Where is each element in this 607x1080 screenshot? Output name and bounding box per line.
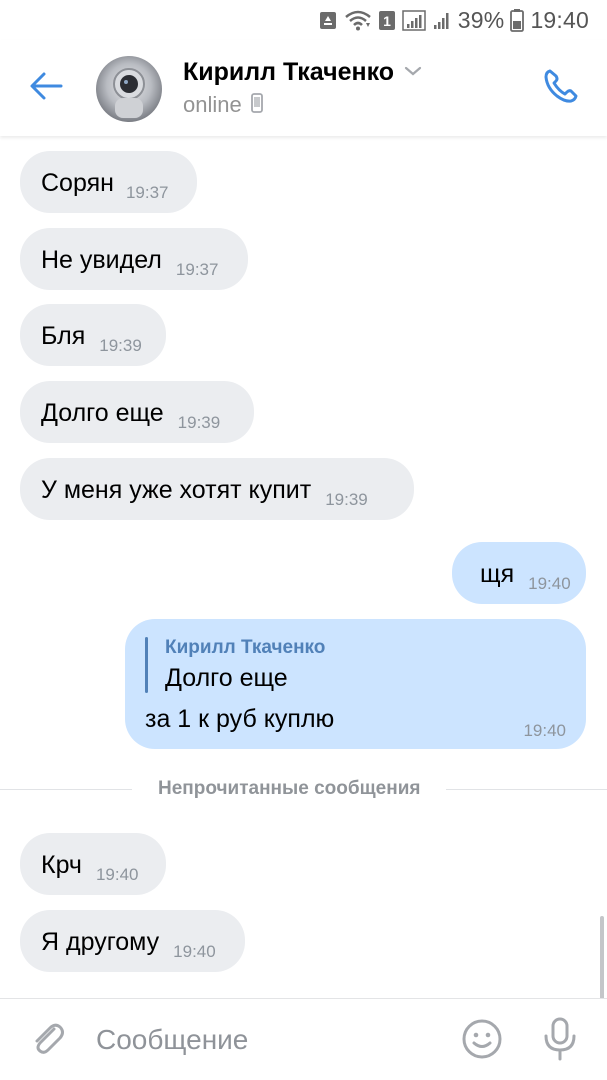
- signal-icon-2: [432, 9, 452, 31]
- sim-badge-icon: 1: [378, 9, 396, 31]
- message-time: 19:40: [95, 865, 139, 884]
- battery-icon: [510, 8, 525, 32]
- message-text: Сорян: [41, 169, 114, 197]
- unread-divider: Непрочитанные сообщения: [0, 773, 607, 805]
- unread-divider-label: Непрочитанные сообщения: [158, 778, 421, 799]
- contact-status-row: online: [183, 92, 264, 118]
- astronaut-avatar-image: [113, 68, 145, 118]
- message-text: щя: [480, 560, 515, 588]
- message-time: 19:39: [99, 336, 142, 355]
- message-outgoing-reply[interactable]: Кирилл Ткаченко Долго еще за 1 к руб куп…: [125, 619, 586, 749]
- attach-button[interactable]: [26, 1019, 70, 1063]
- contact-status: online: [183, 92, 242, 117]
- signal-icon-1: [402, 9, 426, 31]
- divider-line-left: [0, 788, 132, 790]
- message-incoming[interactable]: Сорян 19:37: [20, 151, 197, 213]
- arrow-left-icon: [29, 71, 63, 106]
- message-time: 19:40: [173, 942, 216, 961]
- scrollbar[interactable]: [600, 916, 604, 1000]
- message-list[interactable]: Сорян 19:37 Не увидел 19:37 Бля 19:39 До…: [0, 136, 607, 1000]
- message-text: Не увидел: [41, 246, 162, 274]
- chat-header: Кирилл Ткаченко online: [0, 40, 607, 136]
- message-time: 19:40: [528, 574, 571, 593]
- message-text: за 1 к руб куплю: [145, 705, 335, 733]
- reply-quote-bar: [145, 637, 148, 693]
- emoji-button[interactable]: [460, 1019, 504, 1063]
- divider-line-right: [446, 788, 607, 790]
- back-button[interactable]: [24, 68, 68, 108]
- message-text: Бля: [41, 322, 86, 350]
- chevron-down-icon: [404, 64, 422, 82]
- message-time: 19:37: [125, 183, 169, 202]
- message-incoming[interactable]: У меня уже хотят купит 19:39: [20, 458, 414, 520]
- message-time: 19:39: [325, 490, 368, 509]
- mobile-device-icon: [250, 92, 264, 118]
- message-text: У меня уже хотят купит: [41, 476, 312, 504]
- message-incoming[interactable]: Не увидел 19:37: [20, 228, 248, 290]
- avatar[interactable]: [96, 56, 162, 122]
- sim-badge-number: 1: [383, 13, 391, 29]
- reply-quoted-text[interactable]: Долго еще: [165, 664, 288, 693]
- message-text: Я другому: [41, 928, 160, 956]
- status-bar: 1 39% 19:40: [0, 0, 607, 40]
- status-time: 19:40: [530, 6, 589, 33]
- message-text: Крч: [41, 851, 82, 879]
- message-time: 19:40: [523, 721, 566, 740]
- voice-message-button[interactable]: [538, 1017, 582, 1065]
- smiley-icon: [461, 1018, 503, 1065]
- contact-name-button[interactable]: Кирилл Ткаченко: [183, 58, 422, 87]
- call-button[interactable]: [539, 66, 583, 110]
- message-time: 19:37: [175, 260, 219, 279]
- status-bar-indicators: 1 39% 19:40: [318, 6, 589, 34]
- microphone-icon: [542, 1016, 578, 1067]
- message-input[interactable]: [96, 1017, 436, 1063]
- reply-quoted-author[interactable]: Кирилл Ткаченко: [165, 637, 325, 659]
- message-incoming[interactable]: Бля 19:39: [20, 304, 166, 366]
- message-outgoing[interactable]: щя 19:40: [452, 542, 586, 604]
- message-incoming[interactable]: Я другому 19:40: [20, 910, 245, 972]
- battery-percent: 39%: [457, 6, 505, 33]
- message-incoming[interactable]: Крч 19:40: [20, 833, 166, 895]
- contact-name: Кирилл Ткаченко: [183, 58, 395, 86]
- message-text: Долго еще: [41, 399, 164, 427]
- message-incoming[interactable]: Долго еще 19:39: [20, 381, 254, 443]
- message-composer: [0, 998, 607, 1080]
- phone-icon: [541, 66, 581, 111]
- recycle-notification-icon: [318, 9, 338, 31]
- wifi-icon: [344, 9, 372, 31]
- paperclip-icon: [28, 1019, 68, 1064]
- message-time: 19:39: [177, 413, 221, 432]
